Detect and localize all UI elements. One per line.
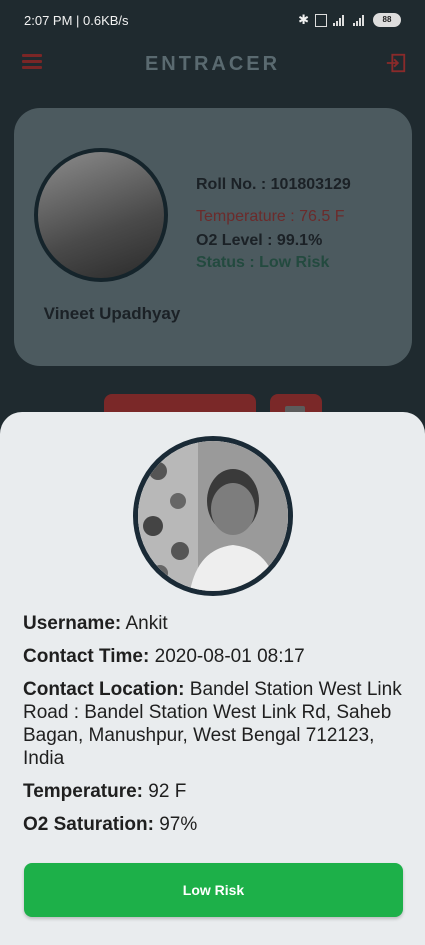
contact-details-sheet: Username: Ankit Contact Time: 2020-08-01…: [0, 412, 425, 945]
menu-icon[interactable]: [22, 54, 42, 70]
roll-number: Roll No. : 101803129: [196, 176, 351, 193]
o2-saturation-value: 97%: [159, 814, 198, 835]
status-icons: ✱ 88: [298, 12, 401, 28]
temperature-row: Temperature: 92 F: [23, 780, 403, 803]
logout-icon[interactable]: [385, 52, 407, 74]
contact-photo: [138, 441, 288, 591]
app-bar: ENTRACER: [0, 42, 425, 86]
contact-location-key: Contact Location:: [23, 679, 185, 700]
risk-status-button[interactable]: Low Risk: [24, 863, 403, 917]
username-value: Ankit: [125, 613, 168, 634]
signal-icon-2: [353, 14, 367, 26]
status-time: 2:07 PM | 0.6KB/s: [24, 12, 129, 28]
profile-card: Vineet Upadhyay Roll No. : 101803129 Tem…: [14, 108, 412, 366]
bluetooth-icon: ✱: [298, 12, 309, 27]
username-key: Username:: [23, 613, 122, 634]
contact-location-row: Contact Location: Bandel Station West Li…: [23, 678, 403, 770]
contact-details: Username: Ankit Contact Time: 2020-08-01…: [23, 612, 403, 846]
battery-icon: 88: [373, 13, 401, 27]
profile-name: Vineet Upadhyay: [43, 304, 181, 323]
contact-time-row: Contact Time: 2020-08-01 08:17: [23, 645, 403, 668]
contact-time-key: Contact Time:: [23, 646, 150, 667]
o2-saturation-key: O2 Saturation:: [23, 814, 154, 835]
profile-temperature: Temperature : 76.5 F: [196, 208, 345, 225]
profile-o2-level: O2 Level : 99.1%: [196, 232, 323, 249]
o2-saturation-row: O2 Saturation: 97%: [23, 813, 403, 836]
contact-time-value: 2020-08-01 08:17: [154, 646, 305, 667]
username-row: Username: Ankit: [23, 612, 403, 635]
profile-avatar: [34, 148, 168, 282]
status-bar: 2:07 PM | 0.6KB/s ✱ 88: [0, 0, 425, 40]
temperature-key: Temperature:: [23, 781, 144, 802]
signal-icon: [333, 14, 347, 26]
contact-avatar: [133, 436, 293, 596]
profile-status: Status : Low Risk: [196, 254, 330, 271]
app-title: ENTRACER: [144, 52, 281, 75]
volte-icon: [315, 13, 327, 27]
temperature-value: 92 F: [148, 781, 187, 802]
